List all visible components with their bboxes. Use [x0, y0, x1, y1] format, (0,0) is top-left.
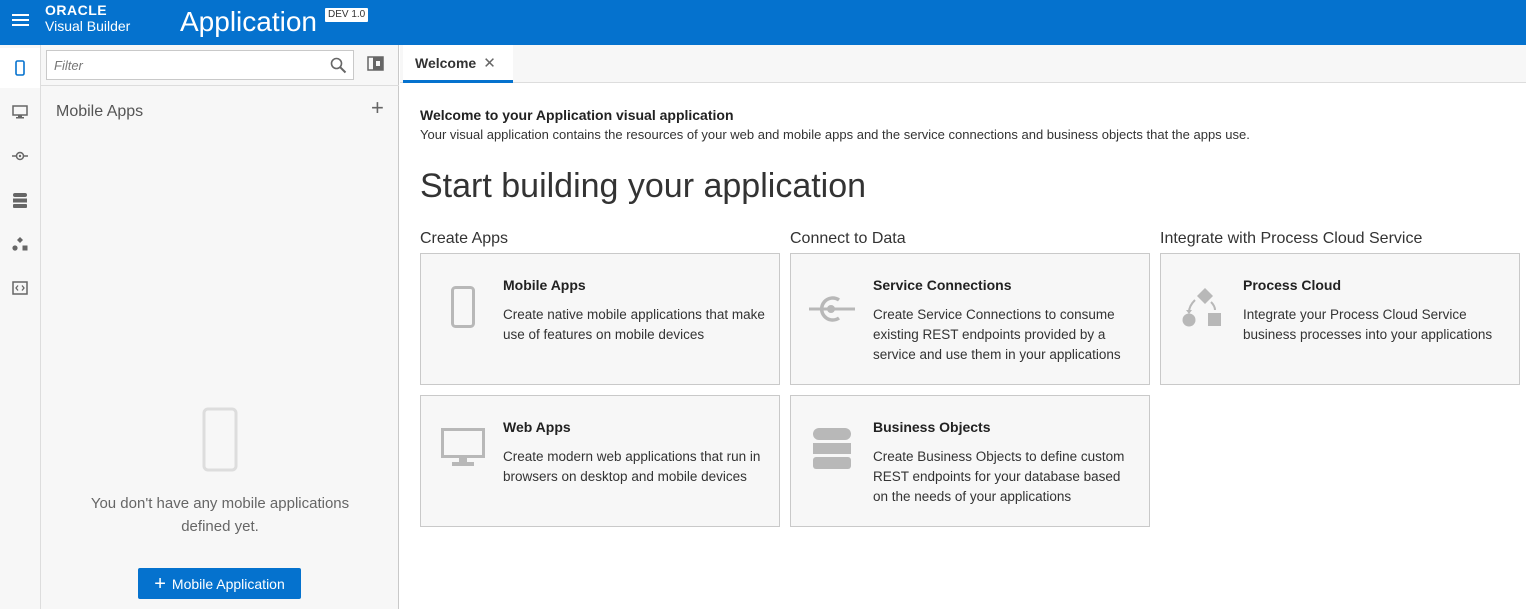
column-title-connect-to-data: Connect to Data: [790, 230, 906, 247]
add-mobile-application-label: Mobile Application: [171, 575, 285, 592]
database-icon: [813, 428, 851, 469]
card-description: Create Business Objects to define custom…: [873, 449, 1125, 504]
add-mobile-app-icon[interactable]: +: [371, 97, 384, 119]
navigator-panel: Mobile Apps + You don't have any mobile …: [41, 45, 399, 609]
welcome-title: Welcome to your Application visual appli…: [420, 107, 734, 123]
hamburger-menu-icon[interactable]: [12, 14, 29, 28]
service-connection-icon: [809, 296, 855, 322]
oracle-logo: ORACLE Visual Builder: [45, 2, 131, 34]
mobile-icon: [451, 286, 475, 328]
filter-input[interactable]: [47, 51, 322, 79]
card-mobile-apps[interactable]: Mobile Apps Create native mobile applica…: [420, 253, 780, 385]
card-title: Web Apps: [503, 419, 571, 435]
process-icon: [1182, 288, 1221, 327]
divider: [41, 85, 399, 86]
version-badge: DEV 1.0: [325, 8, 369, 22]
editor-tab-bar: Welcome ✕: [400, 45, 1526, 83]
add-mobile-application-button[interactable]: + Mobile Application: [138, 568, 301, 599]
card-title: Process Cloud: [1243, 277, 1342, 293]
card-process-cloud[interactable]: Process Cloud Integrate your Process Clo…: [1160, 253, 1520, 385]
card-description: Create modern web applications that run …: [503, 449, 761, 484]
plus-icon: +: [154, 572, 166, 595]
card-web-apps[interactable]: Web Apps Create modern web applications …: [420, 395, 780, 527]
rail-mobile-apps[interactable]: [0, 48, 40, 88]
card-description: Create Service Connections to consume ex…: [873, 307, 1121, 362]
column-title-create-apps: Create Apps: [420, 230, 509, 247]
rail-processes[interactable]: [0, 224, 40, 264]
rail-web-apps[interactable]: [0, 92, 40, 132]
card-service-connections[interactable]: Service Connections Create Service Conne…: [790, 253, 1150, 385]
tab-welcome[interactable]: Welcome ✕: [403, 45, 513, 83]
card-title: Service Connections: [873, 277, 1012, 293]
source-code-icon: [12, 281, 28, 295]
collapse-panel-icon[interactable]: [367, 56, 384, 71]
process-icon: [12, 237, 28, 251]
desktop-icon: [12, 105, 28, 119]
app-header: ORACLE Visual Builder Application DEV 1.…: [0, 0, 1526, 45]
tab-label: Welcome: [415, 54, 477, 71]
card-title: Business Objects: [873, 419, 991, 435]
card-title: Mobile Apps: [503, 277, 586, 293]
empty-mobile-icon: [202, 407, 238, 472]
card-description: Create native mobile applications that m…: [503, 307, 765, 342]
service-connection-icon: [12, 151, 28, 161]
navigator-rail: [0, 45, 41, 609]
search-icon[interactable]: [330, 57, 347, 74]
card-description: Integrate your Process Cloud Service bus…: [1243, 307, 1493, 342]
empty-state-message: You don't have any mobile applications d…: [90, 495, 350, 535]
rail-source-view[interactable]: [0, 268, 40, 308]
column-title-process-cloud: Integrate with Process Cloud Service: [1160, 230, 1423, 247]
desktop-icon: [441, 428, 485, 466]
rail-service-connections[interactable]: [0, 136, 40, 176]
close-icon[interactable]: ✕: [483, 54, 496, 72]
card-business-objects[interactable]: Business Objects Create Business Objects…: [790, 395, 1150, 527]
app-title: Application: [180, 6, 317, 37]
filter-box: [46, 50, 354, 80]
database-icon: [13, 192, 27, 208]
mobile-icon: [15, 60, 25, 76]
welcome-description: Your visual application contains the res…: [420, 127, 1250, 142]
page-headline: Start building your application: [420, 167, 867, 205]
rail-business-objects[interactable]: [0, 180, 40, 220]
nav-section-title: Mobile Apps: [56, 103, 144, 120]
